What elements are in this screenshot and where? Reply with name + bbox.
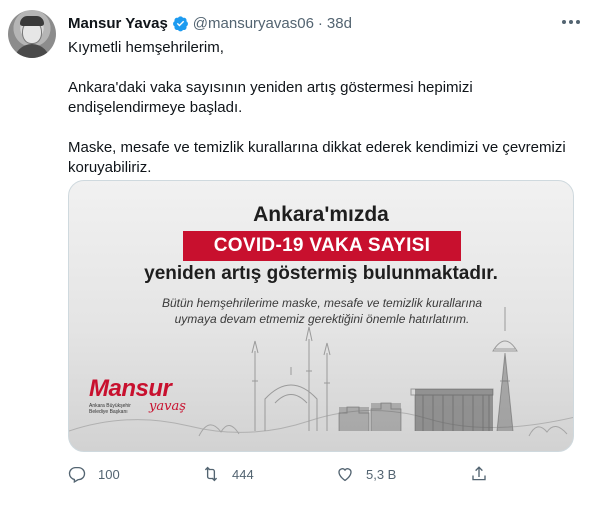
separator-dot: · (317, 14, 323, 32)
more-dot-icon (562, 20, 566, 24)
avatar-body (14, 44, 50, 58)
reply-button[interactable]: 100 (68, 462, 120, 486)
tweet-line: Ankara'daki vaka sayısının yeniden artış… (68, 79, 473, 96)
retweet-icon (204, 466, 218, 482)
author-name[interactable]: Mansur Yavaş (68, 15, 168, 32)
author-handle[interactable]: @mansuryavas06 (193, 15, 314, 32)
reply-icon (68, 466, 86, 483)
tweet-line: endişelendirmeye başladı. (68, 99, 243, 116)
tweet-line: koruyabiliriz. (68, 159, 152, 176)
like-count: 5,3 B (366, 466, 397, 482)
retweet-count: 444 (232, 466, 254, 482)
more-dot-icon (576, 20, 580, 24)
logo-signature: yavaş (149, 399, 186, 414)
media-headline-highlight: COVID-19 VAKA SAYISI (213, 235, 431, 256)
retweet-button[interactable]: 444 (202, 462, 254, 486)
more-options-button[interactable] (558, 12, 584, 32)
more-dot-icon (569, 20, 573, 24)
logo-tagline: Ankara Büyükşehir Belediye Başkanı (89, 403, 131, 415)
media-headline-top: Ankara'mızda (253, 203, 389, 226)
tweet-text: Kıymetli hemşehrilerim, Ankara'daki vaka… (68, 38, 588, 178)
tweet: Mansur Yavaş @mansuryavas06 · 38d Kıymet… (0, 0, 603, 505)
reply-count: 100 (98, 466, 120, 482)
tweet-timestamp[interactable]: 38d (327, 15, 352, 32)
tweet-media-image[interactable]: Ankara'mızda COVID-19 VAKA SAYISI yenide… (68, 180, 574, 452)
avatar[interactable] (8, 10, 56, 58)
media-subtext: Bütün hemşehrilerime maske, mesafe ve te… (109, 295, 535, 327)
media-subtext-line: Bütün hemşehrilerime maske, mesafe ve te… (161, 296, 483, 310)
avatar-hair (20, 16, 44, 26)
like-icon (338, 468, 352, 482)
tweet-line: Maske, mesafe ve temizlik kurallarına di… (68, 139, 566, 156)
tweet-actions: 100 444 5,3 B (68, 462, 508, 486)
media-highlight-banner: COVID-19 VAKA SAYISI (183, 231, 461, 261)
share-button[interactable] (470, 462, 488, 486)
tweet-line: Kıymetli hemşehrilerim, (68, 39, 224, 56)
media-headline-bottom: yeniden artış göstermiş bulunmaktadır. (144, 263, 498, 284)
media-subtext-line: uymaya devam etmemiz gerektiğini önemle … (174, 312, 470, 326)
tweet-header: Mansur Yavaş @mansuryavas06 · 38d (68, 13, 352, 33)
verified-badge-icon (172, 15, 188, 31)
share-icon (472, 466, 486, 481)
mansur-yavas-logo: Mansur yavaş Ankara Büyükşehir Belediye … (89, 375, 186, 415)
like-button[interactable]: 5,3 B (336, 462, 396, 486)
